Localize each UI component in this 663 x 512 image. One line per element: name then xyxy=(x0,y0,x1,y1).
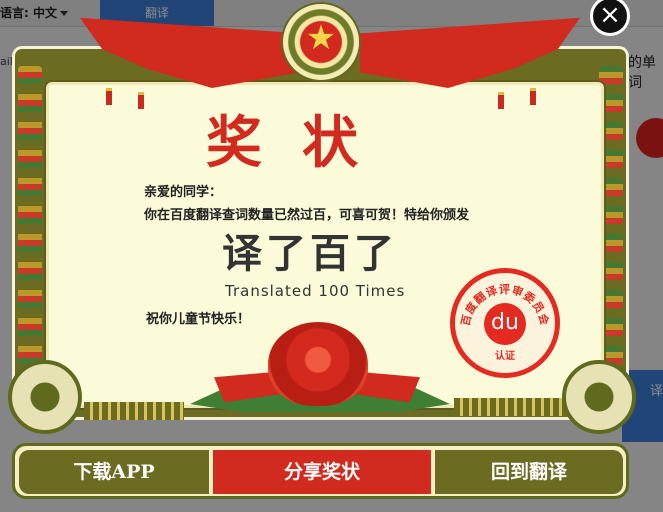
star-icon: ★ xyxy=(305,18,337,58)
corner-medallion-left xyxy=(8,360,82,434)
action-bar: 下载APP 分享奖状 回到翻译 xyxy=(12,443,629,499)
award-subtitle: Translated 100 Times xyxy=(225,282,406,300)
tassel-decoration xyxy=(498,92,504,109)
certificate-greeting: 亲爱的同学： xyxy=(144,185,223,200)
baidu-paw-icon: du xyxy=(484,303,526,345)
official-seal: 百度翻译评审委员会 du 认证 xyxy=(450,268,560,378)
certificate-body: 你在百度翻译查词数量已然过百，可喜可贺！特给你颁发 xyxy=(144,208,470,223)
seal-bottom-text: 认证 xyxy=(495,351,515,362)
corner-medallion-right xyxy=(562,360,636,434)
peony-flower-decoration xyxy=(268,322,368,406)
tassel-decoration xyxy=(138,92,144,109)
download-app-button[interactable]: 下载APP xyxy=(19,450,209,494)
skyline-decoration-left xyxy=(84,402,184,420)
certificate-title: 奖状 xyxy=(206,110,398,176)
decorative-border-left xyxy=(18,66,42,386)
microscope-icon xyxy=(574,372,624,422)
seal-logo-text: du xyxy=(491,310,519,335)
skyline-decoration-right xyxy=(454,398,564,416)
telescope-icon xyxy=(20,372,70,422)
certificate-blessing: 祝你儿童节快乐！ xyxy=(146,312,251,327)
tassel-decoration xyxy=(530,88,536,105)
back-to-translate-button[interactable]: 回到翻译 xyxy=(435,450,623,494)
share-certificate-button[interactable]: 分享奖状 xyxy=(213,450,431,494)
star-medallion: ★ xyxy=(283,4,359,80)
tassel-decoration xyxy=(106,88,112,105)
award-title: 译了百了 xyxy=(222,230,398,277)
